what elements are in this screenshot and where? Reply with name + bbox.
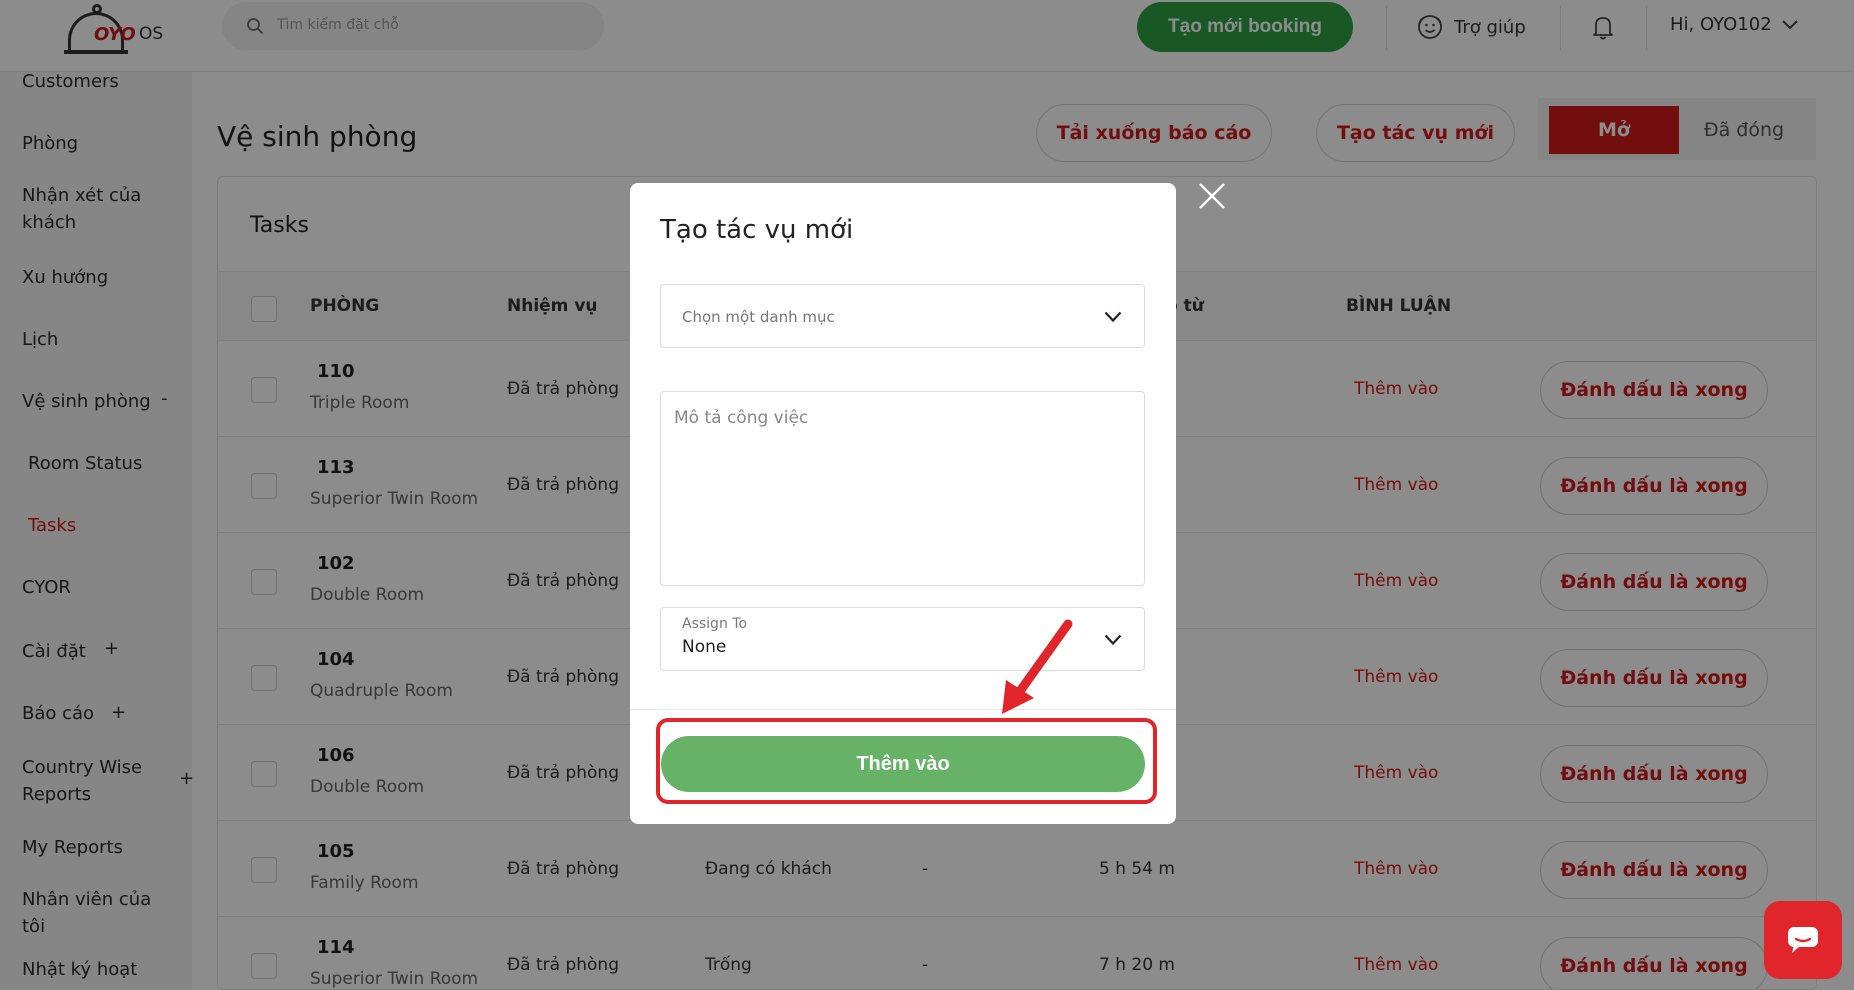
chevron-down-icon — [1104, 311, 1122, 323]
highlight-box — [656, 718, 1157, 804]
close-icon[interactable] — [1198, 182, 1226, 210]
modal-title: Tạo tác vụ mới — [660, 215, 854, 245]
description-placeholder: Mô tả công việc — [674, 408, 809, 428]
task-description-textarea[interactable]: Mô tả công việc — [660, 391, 1145, 586]
assign-to-value: None — [682, 637, 727, 657]
chat-icon — [1788, 927, 1818, 953]
modal-divider — [630, 709, 1176, 710]
chat-support-button[interactable] — [1764, 901, 1842, 979]
assign-to-label: Assign To — [682, 616, 748, 632]
chevron-down-icon — [1104, 634, 1122, 646]
category-select[interactable]: Chọn một danh mục — [660, 284, 1145, 348]
category-placeholder: Chọn một danh mục — [682, 308, 835, 326]
arrow-annotation-icon — [1002, 619, 1073, 714]
